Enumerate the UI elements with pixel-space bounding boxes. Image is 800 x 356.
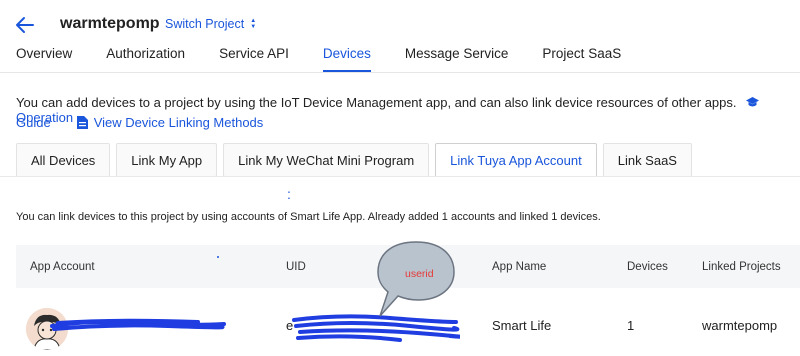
tab-devices[interactable]: Devices: [322, 46, 371, 72]
tab-overview[interactable]: Overview: [16, 46, 72, 72]
linked-projects-cell: warmtepomp: [702, 318, 778, 333]
tab-project-saas[interactable]: Project SaaS: [542, 46, 621, 72]
tabs-divider: [0, 72, 800, 73]
tab-message-service[interactable]: Message Service: [405, 46, 509, 72]
annotation-colon: :: [287, 186, 291, 202]
summary-text: You can link devices to this project by …: [16, 211, 601, 223]
back-arrow-icon[interactable]: [14, 14, 36, 36]
redaction-scribble-account: [50, 318, 226, 331]
tab-service-api[interactable]: Service API: [219, 46, 289, 72]
column-devices: Devices: [627, 261, 668, 273]
column-app-name: App Name: [492, 261, 547, 273]
view-linking-methods-link[interactable]: View Device Linking Methods: [94, 115, 264, 130]
subtabs-divider: [0, 176, 800, 177]
info-row-2: Guide View Device Linking Methods: [16, 115, 263, 130]
switch-project-label: Switch Project: [165, 17, 245, 31]
app-name-cell: Smart Life: [492, 318, 552, 333]
graduation-cap-icon: [746, 97, 760, 107]
column-linked-projects: Linked Projects: [702, 261, 781, 273]
subtab-link-tuya-app-account[interactable]: Link Tuya App Account: [435, 143, 597, 177]
devices-count-cell: 1: [627, 318, 635, 333]
main-tabs: Overview Authorization Service API Devic…: [16, 46, 655, 72]
document-icon: [76, 116, 88, 129]
annotation-dot: [217, 256, 219, 258]
info-text: You can add devices to a project by usin…: [16, 95, 737, 110]
bubble-userid-text: userid: [405, 268, 434, 280]
tab-authorization[interactable]: Authorization: [106, 46, 185, 72]
subtab-link-wechat-mini-program[interactable]: Link My WeChat Mini Program: [223, 143, 430, 177]
speech-bubble-annotation: [377, 241, 455, 317]
guide-link-continued[interactable]: Guide: [16, 115, 51, 130]
sub-tabs: All Devices Link My App Link My WeChat M…: [16, 143, 698, 177]
column-app-account: App Account: [30, 261, 95, 273]
column-uid: UID: [286, 261, 306, 273]
subtab-all-devices[interactable]: All Devices: [16, 143, 111, 177]
switch-project-button[interactable]: Switch Project ▲ ▼: [165, 17, 256, 31]
sort-caret-icon: ▲ ▼: [250, 18, 257, 30]
project-name: warmtepomp: [60, 15, 160, 32]
subtab-link-saas[interactable]: Link SaaS: [602, 143, 692, 177]
subtab-link-my-app[interactable]: Link My App: [116, 143, 218, 177]
